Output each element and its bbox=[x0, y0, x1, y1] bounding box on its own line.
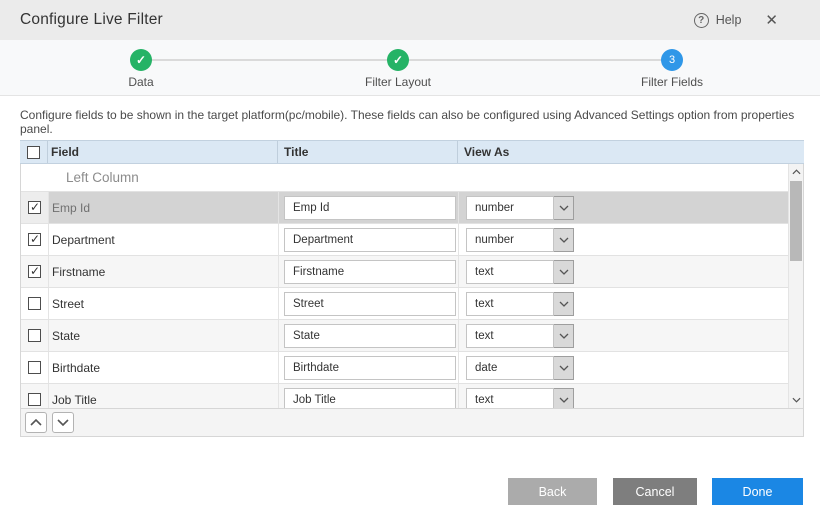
configure-live-filter-dialog: Configure Live Filter ? Help ✕ ✓ Data ✓ … bbox=[0, 0, 820, 519]
checkbox-cell bbox=[21, 288, 49, 319]
table-row[interactable]: Firstname text bbox=[21, 256, 803, 288]
description-text: Configure fields to be shown in the targ… bbox=[20, 108, 800, 136]
title-input[interactable] bbox=[284, 388, 456, 409]
vertical-scrollbar[interactable] bbox=[788, 164, 803, 408]
table-row[interactable]: Department number bbox=[21, 224, 803, 256]
chevron-down-icon[interactable] bbox=[554, 292, 574, 316]
chevron-down-icon[interactable] bbox=[554, 324, 574, 348]
chevron-down-icon[interactable] bbox=[554, 356, 574, 380]
row-checkbox[interactable] bbox=[28, 265, 41, 278]
title-input[interactable] bbox=[284, 228, 456, 252]
table-row[interactable]: Job Title text bbox=[21, 384, 803, 408]
page-title: Configure Live Filter bbox=[20, 11, 163, 29]
row-checkbox[interactable] bbox=[28, 361, 41, 374]
step-number-badge[interactable]: 3 bbox=[661, 49, 683, 71]
view-as-value: number bbox=[466, 228, 554, 252]
view-as-value: number bbox=[466, 196, 554, 220]
group-header-left-column: Left Column bbox=[21, 164, 803, 192]
dialog-header: Configure Live Filter ? Help ✕ bbox=[0, 0, 820, 40]
field-name: State bbox=[49, 320, 279, 351]
table-row[interactable]: Street text bbox=[21, 288, 803, 320]
scrollbar-thumb[interactable] bbox=[790, 181, 802, 261]
scroll-up-icon[interactable] bbox=[789, 164, 804, 180]
step-complete-icon[interactable]: ✓ bbox=[130, 49, 152, 71]
field-name: Firstname bbox=[49, 256, 279, 287]
done-button[interactable]: Done bbox=[712, 478, 803, 505]
wizard-stepper: ✓ Data ✓ Filter Layout 3 Filter Fields bbox=[0, 40, 820, 96]
field-name: Birthdate bbox=[49, 352, 279, 383]
view-as-value: date bbox=[466, 356, 554, 380]
view-as-value: text bbox=[466, 388, 554, 409]
table-header-row: Field Title View As bbox=[20, 140, 804, 164]
dialog-actions: Back Cancel Done bbox=[508, 478, 803, 505]
field-name: Job Title bbox=[49, 384, 279, 408]
title-input[interactable] bbox=[284, 196, 456, 220]
row-checkbox[interactable] bbox=[28, 201, 41, 214]
chevron-down-icon[interactable] bbox=[554, 260, 574, 284]
select-all-checkbox[interactable] bbox=[27, 146, 40, 159]
help-button[interactable]: ? Help bbox=[694, 13, 742, 28]
view-as-value: text bbox=[466, 324, 554, 348]
header-checkbox-cell bbox=[20, 141, 48, 163]
view-as-dropdown[interactable]: text bbox=[466, 388, 574, 409]
checkbox-cell bbox=[21, 384, 49, 408]
view-as-dropdown[interactable]: text bbox=[466, 260, 574, 284]
field-name: Street bbox=[49, 288, 279, 319]
row-checkbox[interactable] bbox=[28, 393, 41, 406]
move-down-button[interactable] bbox=[52, 412, 74, 433]
column-header-title: Title bbox=[278, 141, 458, 163]
view-as-dropdown[interactable]: text bbox=[466, 292, 574, 316]
close-icon[interactable]: ✕ bbox=[765, 13, 778, 28]
row-checkbox[interactable] bbox=[28, 329, 41, 342]
view-as-dropdown[interactable]: number bbox=[466, 228, 574, 252]
checkbox-cell bbox=[21, 352, 49, 383]
checkbox-cell bbox=[21, 192, 49, 223]
title-input[interactable] bbox=[284, 324, 456, 348]
table-body: Left Column Emp Id number Department bbox=[20, 164, 804, 408]
checkbox-cell bbox=[21, 320, 49, 351]
step-label: Data bbox=[81, 75, 201, 89]
view-as-dropdown[interactable]: number bbox=[466, 196, 574, 220]
cancel-button[interactable]: Cancel bbox=[613, 478, 697, 505]
help-label: Help bbox=[716, 13, 742, 27]
checkbox-cell bbox=[21, 256, 49, 287]
column-header-field: Field bbox=[48, 141, 278, 163]
chevron-down-icon[interactable] bbox=[554, 388, 574, 409]
table-row[interactable]: Birthdate date bbox=[21, 352, 803, 384]
row-checkbox[interactable] bbox=[28, 233, 41, 246]
column-header-view-as: View As bbox=[458, 141, 804, 163]
field-name: Emp Id bbox=[49, 192, 279, 223]
title-input[interactable] bbox=[284, 260, 456, 284]
table-row[interactable]: State text bbox=[21, 320, 803, 352]
title-input[interactable] bbox=[284, 292, 456, 316]
view-as-dropdown[interactable]: text bbox=[466, 324, 574, 348]
field-name: Department bbox=[49, 224, 279, 255]
title-input[interactable] bbox=[284, 356, 456, 380]
step-label: Filter Layout bbox=[338, 75, 458, 89]
scroll-down-icon[interactable] bbox=[789, 392, 804, 408]
fields-table: Field Title View As Left Column Emp Id n… bbox=[20, 140, 804, 437]
view-as-value: text bbox=[466, 260, 554, 284]
move-up-button[interactable] bbox=[25, 412, 47, 433]
step-complete-icon[interactable]: ✓ bbox=[387, 49, 409, 71]
row-checkbox[interactable] bbox=[28, 297, 41, 310]
view-as-value: text bbox=[466, 292, 554, 316]
view-as-dropdown[interactable]: date bbox=[466, 356, 574, 380]
step-label: Filter Fields bbox=[612, 75, 732, 89]
table-footer bbox=[20, 408, 804, 437]
checkbox-cell bbox=[21, 224, 49, 255]
table-row[interactable]: Emp Id number bbox=[21, 192, 803, 224]
back-button[interactable]: Back bbox=[508, 478, 597, 505]
chevron-down-icon[interactable] bbox=[554, 228, 574, 252]
chevron-down-icon[interactable] bbox=[554, 196, 574, 220]
help-icon: ? bbox=[694, 13, 709, 28]
